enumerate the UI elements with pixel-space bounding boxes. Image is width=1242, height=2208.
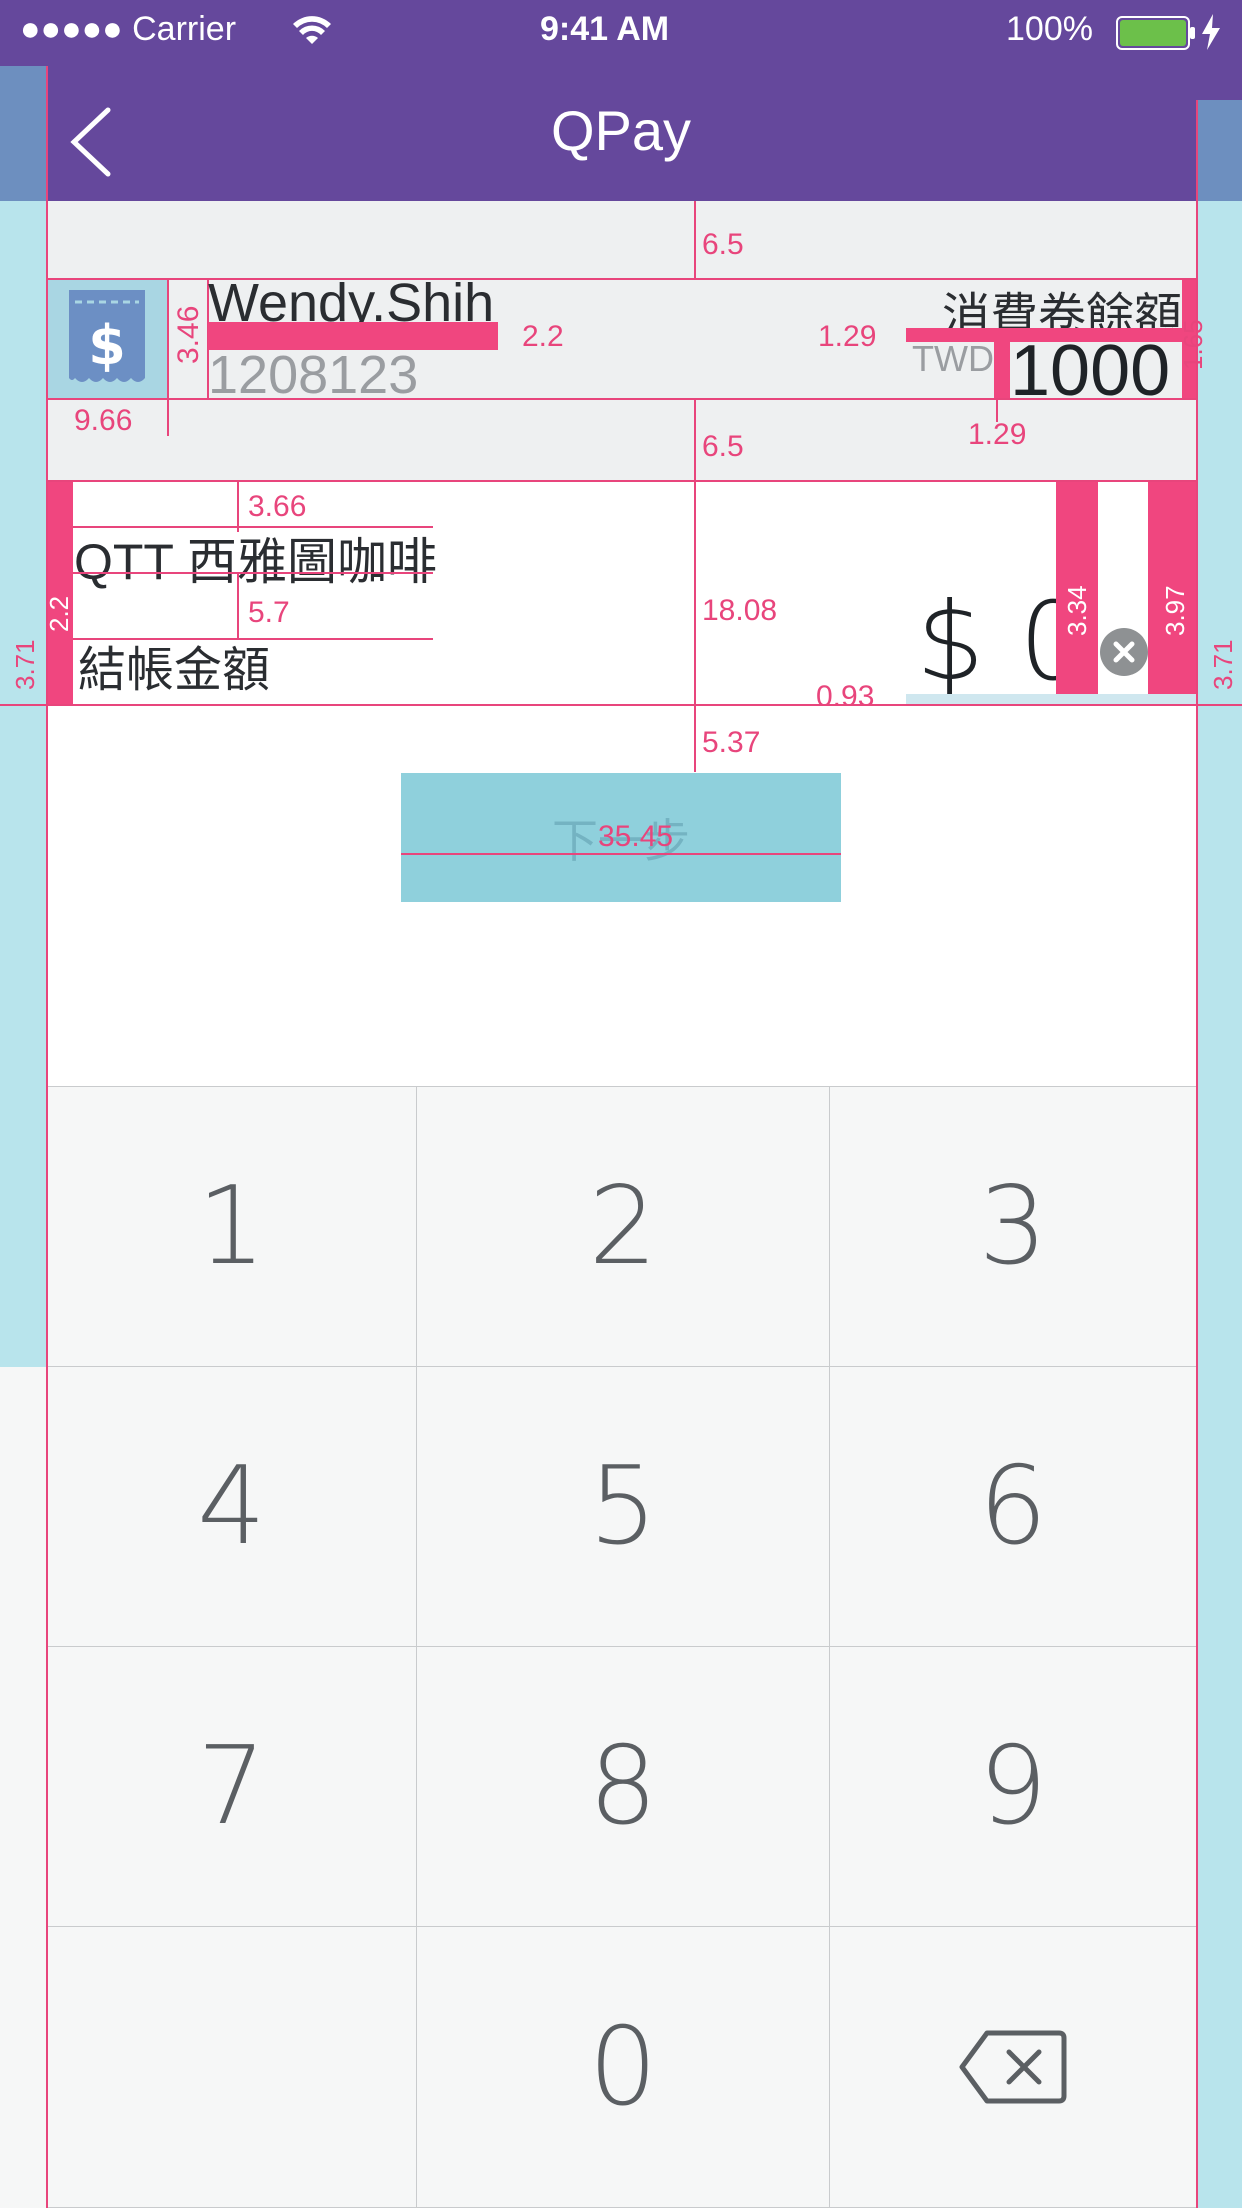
key-7[interactable]: 7 — [47, 1647, 417, 1927]
status-time: 9:41 AM — [540, 10, 670, 48]
spacing-label: 1.29 — [968, 418, 1027, 451]
spacing-label: 3.66 — [248, 490, 307, 523]
guide-line — [46, 1086, 48, 2208]
key-8[interactable]: 8 — [417, 1647, 830, 1927]
spacing-label: 1.65 — [1178, 319, 1208, 370]
spacing-marker — [47, 482, 73, 706]
merchant-name: QTT 西雅圖咖啡 — [74, 534, 437, 590]
clear-circle-icon — [1100, 628, 1148, 676]
spacing-label: 6.5 — [702, 430, 744, 463]
spacing-label: 3.71 — [1208, 639, 1238, 690]
guide-line — [47, 480, 1197, 482]
spacing-label: 3.97 — [1160, 585, 1190, 636]
charging-icon — [1200, 14, 1222, 55]
amount-label: 結帳金額 — [78, 644, 271, 697]
key-empty — [47, 1927, 417, 2208]
svg-text:$: $ — [88, 314, 126, 377]
spacing-label: 2.2 — [44, 595, 74, 632]
carrier-label: ●●●●● Carrier — [20, 10, 237, 48]
voucher-icon-box: $ — [47, 280, 167, 398]
spacing-label: 18.08 — [702, 594, 778, 627]
guide-line — [694, 482, 696, 706]
guide-line — [694, 706, 696, 772]
spacing-label: 3.71 — [10, 639, 40, 690]
guide-line — [1196, 1086, 1198, 2208]
guide-line — [694, 400, 696, 480]
guide-line — [73, 572, 433, 574]
guide-line — [167, 280, 169, 436]
key-4[interactable]: 4 — [47, 1367, 417, 1647]
spacing-label: 3.34 — [1062, 585, 1092, 636]
spacing-label: 9.66 — [74, 404, 133, 437]
balance-amount: 1000 — [1010, 331, 1171, 411]
keypad-guide — [1197, 1086, 1242, 2208]
page-title: QPay — [550, 99, 692, 162]
spacing-label: 1.29 — [818, 320, 877, 353]
voucher-dollar-icon: $ — [69, 290, 145, 382]
spacing-marker — [994, 342, 1010, 398]
amount-underline — [906, 694, 1197, 704]
backspace-button[interactable] — [830, 1927, 1197, 2208]
key-3[interactable]: 3 — [830, 1086, 1197, 1367]
account-id: 1208123 — [208, 345, 419, 405]
wifi-icon — [292, 14, 332, 53]
status-bar: ●●●●● Carrier 9:41 AM 100% — [0, 0, 1242, 66]
key-1[interactable]: 1 — [47, 1086, 417, 1367]
spacing-label: 5.7 — [248, 596, 290, 629]
spacing-label: 35.45 — [598, 820, 674, 853]
spacing-label: 6.5 — [702, 228, 744, 261]
spacing-label: 3.46 — [172, 305, 205, 364]
key-2[interactable]: 2 — [417, 1086, 830, 1367]
balance-currency: TWD — [912, 338, 994, 379]
numeric-keypad: 1 2 3 4 5 6 7 8 9 0 — [0, 1086, 1242, 2208]
spacing-label: 2.2 — [522, 320, 564, 353]
spacing-label: 5.37 — [702, 726, 761, 759]
guide-line — [694, 201, 696, 278]
key-6[interactable]: 6 — [830, 1367, 1197, 1647]
backspace-icon — [959, 2030, 1067, 2104]
key-0[interactable]: 0 — [417, 1927, 830, 2208]
key-5[interactable]: 5 — [417, 1367, 830, 1647]
battery-percent: 100% — [1006, 10, 1093, 48]
battery-icon — [1116, 16, 1196, 55]
keypad-guide — [0, 1086, 47, 1367]
key-9[interactable]: 9 — [830, 1647, 1197, 1927]
clear-amount-button[interactable] — [1100, 628, 1148, 676]
